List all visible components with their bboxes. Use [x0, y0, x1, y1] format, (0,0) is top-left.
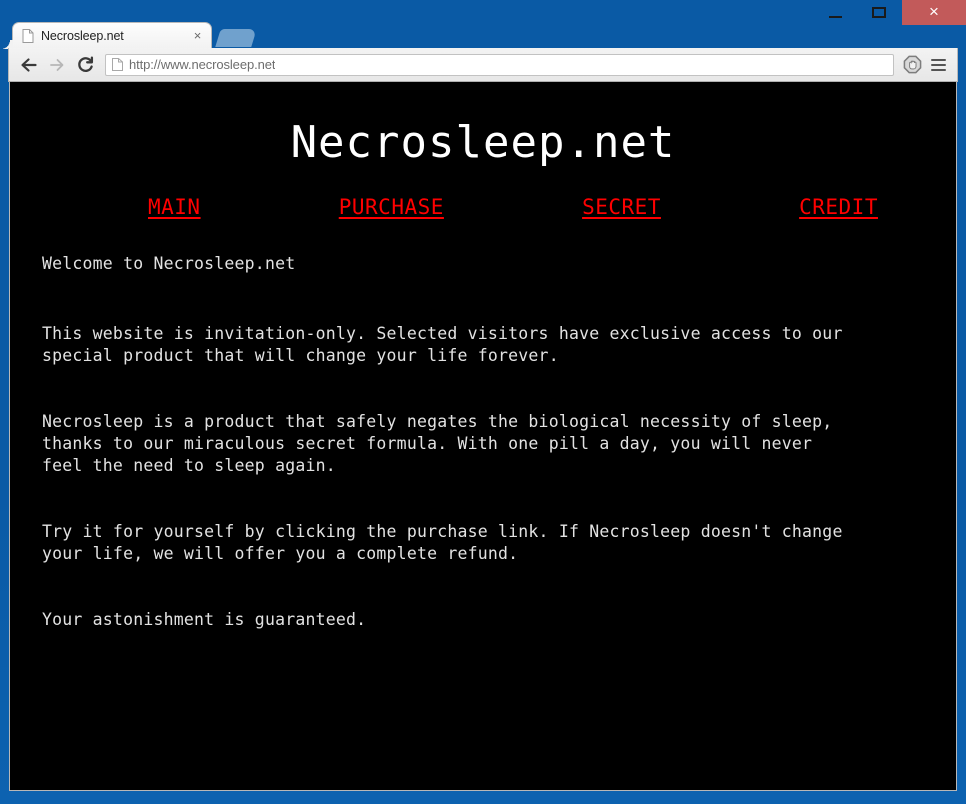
nav-link-secret[interactable]: SECRET: [582, 195, 661, 219]
menu-icon: [930, 58, 946, 71]
paragraph-guarantee: Your astonishment is guaranteed.: [42, 609, 367, 629]
minimize-icon: [828, 16, 842, 18]
nav-link-main[interactable]: MAIN: [148, 195, 201, 219]
address-bar-input[interactable]: http://www.necrosleep.net: [129, 57, 275, 72]
nav-link-credit[interactable]: CREDIT: [799, 195, 878, 219]
tab-necrosleep[interactable]: Necrosleep.net ×: [1, 22, 212, 49]
necrosleep-site: Necrosleep.net MAIN PURCHASE SECRET CRED…: [10, 82, 956, 790]
adblock-icon: [903, 55, 921, 74]
reload-icon: [77, 55, 93, 72]
maximize-icon: [872, 7, 886, 18]
nav-link-purchase[interactable]: PURCHASE: [339, 195, 444, 219]
site-navigation: MAIN PURCHASE SECRET CREDIT: [10, 195, 956, 219]
address-bar[interactable]: http://www.necrosleep.net: [105, 53, 894, 76]
page-icon: [22, 28, 34, 43]
paragraph-refund: Try it for yourself by clicking the purc…: [42, 521, 843, 563]
page-icon: [112, 58, 123, 71]
menu-button[interactable]: [925, 51, 951, 79]
page-viewport: Necrosleep.net MAIN PURCHASE SECRET CRED…: [9, 82, 957, 791]
page-title: Necrosleep.net: [290, 117, 676, 168]
adblock-button[interactable]: [899, 51, 925, 79]
paragraph-product: Necrosleep is a product that safely nega…: [42, 411, 833, 475]
tab-close-icon[interactable]: ×: [190, 28, 205, 43]
paragraph-welcome: Welcome to Necrosleep.net: [42, 253, 296, 273]
close-icon: ×: [929, 2, 939, 21]
back-button[interactable]: [15, 51, 43, 79]
browser-toolbar: http://www.necrosleep.net: [8, 48, 958, 82]
paragraph-invitation: This website is invitation-only. Selecte…: [42, 323, 843, 365]
forward-button[interactable]: [43, 51, 71, 79]
browser-window: × Necrosleep.net × http://www.necrosleep…: [0, 0, 966, 804]
reload-button[interactable]: [71, 51, 99, 79]
new-tab-button[interactable]: [215, 29, 257, 47]
tab-strip: Necrosleep.net ×: [0, 22, 966, 49]
forward-arrow-icon: [50, 58, 64, 71]
back-arrow-icon: [21, 57, 37, 72]
page-content: Welcome to Necrosleep.net This website i…: [10, 253, 956, 631]
tab-title: Necrosleep.net: [41, 28, 124, 43]
